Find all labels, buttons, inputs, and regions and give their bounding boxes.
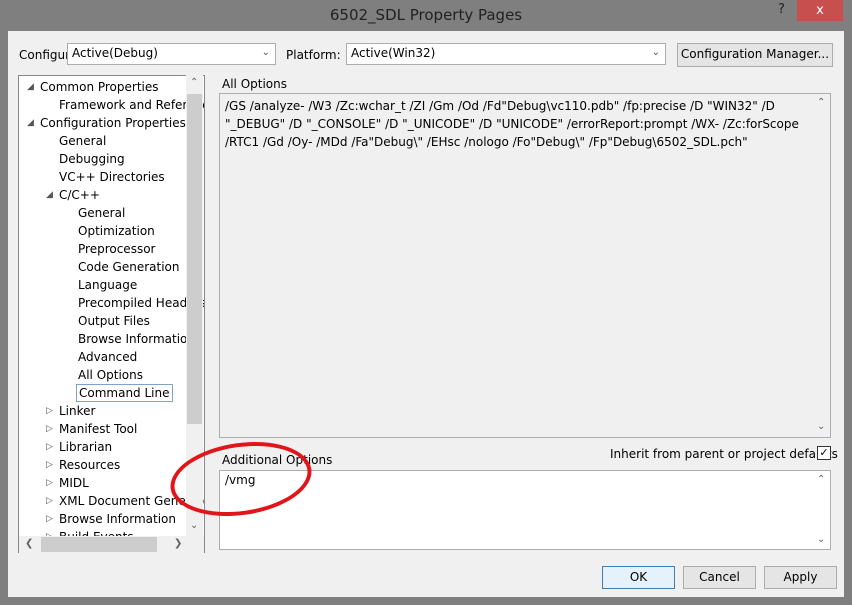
tree-item[interactable]: C/C++ — [57, 186, 102, 204]
scroll-up-icon[interactable]: ⌃ — [817, 474, 825, 485]
tree-item[interactable]: Code Generation — [76, 258, 181, 276]
collapsed-arrow-icon[interactable]: ▷ — [46, 438, 53, 456]
chevron-down-icon: ⌄ — [651, 47, 660, 58]
inherit-label: Inherit from parent or project defaults — [610, 447, 838, 461]
scroll-right-icon[interactable]: ❯ — [174, 538, 182, 549]
inherit-checkbox[interactable]: ✓ — [817, 446, 831, 460]
tree-item[interactable]: Advanced — [76, 348, 139, 366]
all-options-text: /GS /analyze- /W3 /Zc:wchar_t /ZI /Gm /O… — [225, 99, 799, 149]
tree-item[interactable]: Optimization — [76, 222, 157, 240]
scroll-down-icon[interactable]: ⌄ — [817, 421, 825, 432]
configuration-value: Active(Debug) — [72, 46, 158, 60]
tree-item[interactable]: Debugging — [57, 150, 127, 168]
expanded-arrow-icon[interactable]: ◢ — [27, 78, 34, 96]
apply-button[interactable]: Apply — [764, 566, 837, 589]
tree-item[interactable]: Command Line — [76, 384, 173, 402]
collapsed-arrow-icon[interactable]: ▷ — [46, 474, 53, 492]
collapsed-arrow-icon[interactable]: ▷ — [46, 492, 53, 510]
window-title: 6502_SDL Property Pages — [329, 6, 523, 24]
expanded-arrow-icon[interactable]: ◢ — [27, 114, 34, 132]
tree-item[interactable]: Librarian — [57, 438, 114, 456]
configuration-select[interactable]: Active(Debug) ⌄ — [67, 43, 276, 65]
tree-item[interactable]: All Options — [76, 366, 145, 384]
collapsed-arrow-icon[interactable]: ▷ — [46, 456, 53, 474]
scroll-left-icon[interactable]: ❮ — [25, 538, 33, 549]
tree-vertical-scroll-thumb[interactable] — [187, 94, 202, 424]
platform-select[interactable]: Active(Win32) ⌄ — [346, 43, 666, 65]
scroll-down-icon[interactable]: ⌄ — [817, 534, 825, 545]
tree-item[interactable]: Language — [76, 276, 139, 294]
platform-label: Platform: — [286, 48, 341, 62]
ok-button[interactable]: OK — [602, 566, 675, 589]
tree-item[interactable]: Browse Information — [76, 330, 197, 348]
collapsed-arrow-icon[interactable]: ▷ — [46, 510, 53, 528]
tree-item[interactable]: Browse Information — [57, 510, 178, 528]
configuration-manager-button[interactable]: Configuration Manager... — [677, 43, 833, 67]
tree-item[interactable]: VC++ Directories — [57, 168, 167, 186]
tree-item[interactable]: Linker — [57, 402, 97, 420]
chevron-down-icon: ⌄ — [261, 47, 270, 58]
all-options-label: All Options — [222, 77, 287, 91]
tree-item[interactable]: Manifest Tool — [57, 420, 139, 438]
tree-item[interactable]: General — [57, 132, 108, 150]
tree-item[interactable]: MIDL — [57, 474, 91, 492]
tree-item[interactable]: General — [76, 204, 127, 222]
cancel-button[interactable]: Cancel — [683, 566, 756, 589]
tree-item[interactable]: Output Files — [76, 312, 152, 330]
tree-item[interactable]: Configuration Properties — [38, 114, 188, 132]
tree-horizontal-scroll-thumb[interactable] — [41, 537, 157, 552]
tree-item[interactable]: Framework and References — [57, 96, 204, 114]
collapsed-arrow-icon[interactable]: ▷ — [46, 402, 53, 420]
additional-options-textbox[interactable] — [219, 470, 831, 550]
close-button[interactable]: x — [797, 0, 843, 21]
scroll-up-icon[interactable]: ⌃ — [190, 77, 198, 88]
tree-item[interactable]: Common Properties — [38, 78, 161, 96]
collapsed-arrow-icon[interactable]: ▷ — [46, 420, 53, 438]
expanded-arrow-icon[interactable]: ◢ — [46, 186, 53, 204]
tree-item[interactable]: Preprocessor — [76, 240, 157, 258]
platform-value: Active(Win32) — [351, 46, 436, 60]
scroll-down-icon[interactable]: ⌄ — [190, 520, 198, 531]
tree-item[interactable]: Resources — [57, 456, 122, 474]
scroll-up-icon[interactable]: ⌃ — [817, 97, 825, 108]
help-button[interactable]: ? — [778, 2, 785, 17]
